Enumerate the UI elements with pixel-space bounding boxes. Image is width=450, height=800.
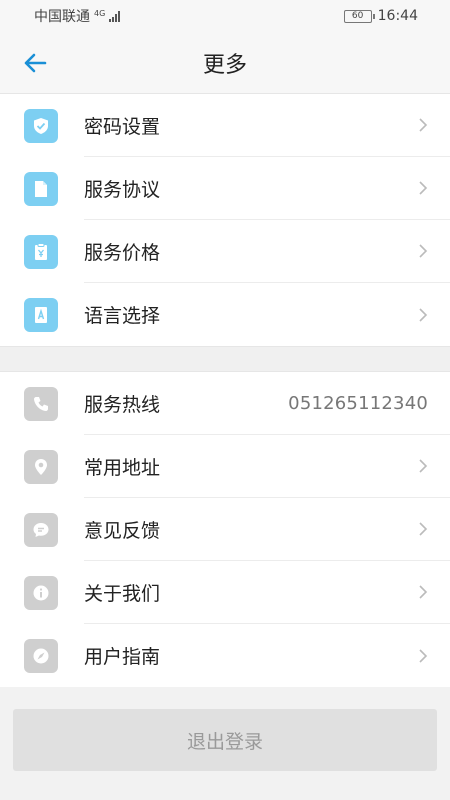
footer: 退出登录 [0, 687, 450, 800]
menu-item-label: 语言选择 [84, 305, 161, 327]
chevron-right-icon [419, 118, 428, 132]
arrow-left-icon[interactable] [22, 51, 48, 75]
signal-icon [109, 10, 121, 22]
section-divider [0, 346, 450, 372]
menu-item-label: 服务协议 [84, 178, 161, 201]
menu-item-label: 关于我们 [84, 582, 161, 605]
chevron-right-icon [419, 244, 428, 258]
price-tag-icon [24, 234, 58, 269]
chevron-right-icon [419, 522, 428, 536]
menu-item-about-us[interactable]: 关于我们 [0, 561, 450, 624]
menu-item-user-guide[interactable]: 用户指南 [0, 624, 450, 687]
hotline-number[interactable]: 051265112340 [288, 393, 428, 414]
menu-item-label: 用户指南 [84, 646, 161, 668]
menu-item-label: 密码设置 [84, 115, 161, 138]
settings-group: 密码设置 服务协议 服务价格 语言选择 [0, 94, 450, 346]
menu-item-label: 服务价格 [84, 241, 161, 264]
chevron-right-icon [419, 585, 428, 599]
battery-level: 60 [351, 11, 364, 21]
menu-item-service-agreement[interactable]: 服务协议 [0, 157, 450, 220]
menu-item-service-price[interactable]: 服务价格 [0, 220, 450, 283]
page-title: 更多 [202, 52, 247, 78]
carrier-name: 中国联通 [34, 9, 90, 25]
chevron-right-icon [419, 648, 428, 663]
clock: 16:44 [377, 8, 418, 24]
chat-bubble-icon [24, 512, 58, 547]
chevron-right-icon [419, 181, 428, 195]
header: 更多 [0, 32, 450, 94]
logout-button[interactable]: 退出登录 [13, 709, 437, 771]
phone-icon [24, 386, 58, 421]
menu-item-password[interactable]: 密码设置 [0, 94, 450, 157]
document-icon [24, 171, 58, 206]
chevron-right-icon [419, 307, 428, 322]
compass-icon [24, 638, 58, 673]
menu-item-label: 常用地址 [84, 456, 161, 479]
language-book-icon [24, 297, 58, 332]
battery-icon: 60 [343, 9, 375, 23]
chevron-right-icon [419, 459, 428, 473]
info-group: 服务热线 051265112340 常用地址 意见反馈 关于我们 用户指南 [0, 372, 450, 687]
network-type: 4G [94, 8, 106, 18]
menu-item-feedback[interactable]: 意见反馈 [0, 498, 450, 561]
menu-item-language[interactable]: 语言选择 [0, 283, 450, 346]
menu-item-common-address[interactable]: 常用地址 [0, 435, 450, 498]
info-icon [24, 575, 58, 610]
menu-item-label: 意见反馈 [84, 519, 161, 542]
location-pin-icon [24, 449, 58, 484]
shield-check-icon [24, 108, 58, 143]
menu-item-label: 服务热线 [84, 393, 161, 416]
menu-item-hotline[interactable]: 服务热线 051265112340 [0, 372, 450, 435]
status-bar: 中国联通 4G 60 16:44 [0, 0, 450, 32]
